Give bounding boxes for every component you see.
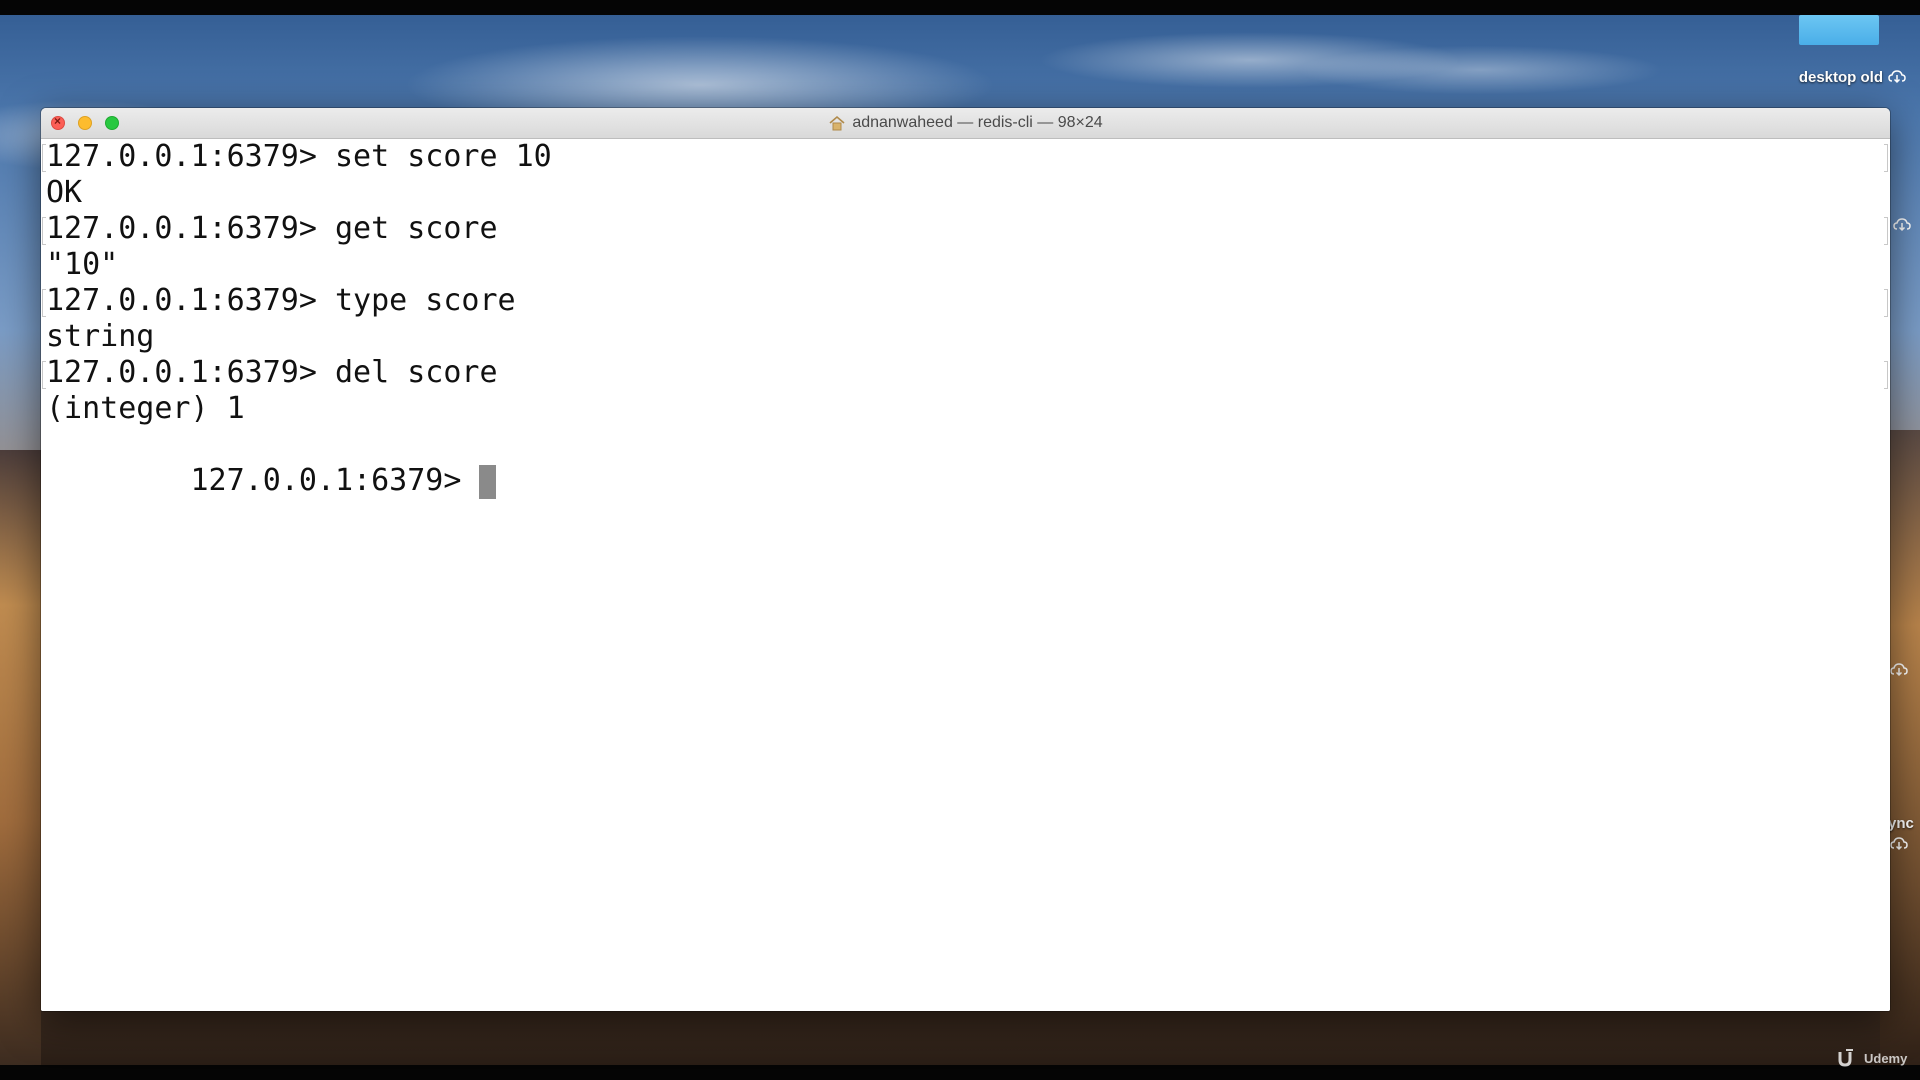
window-title: adnanwaheed — redis-cli — 98×24 (41, 108, 1890, 138)
udemy-logo-icon (1838, 1049, 1853, 1067)
terminal-command-line: 127.0.0.1:6379> get score (46, 211, 498, 246)
wallpaper-dune-left (0, 450, 41, 1070)
terminal-prompt-line[interactable]: 127.0.0.1:6379> (46, 427, 497, 499)
terminal-prompt: 127.0.0.1:6379> (190, 463, 462, 498)
command-mark (1884, 217, 1888, 245)
terminal-command-line: 127.0.0.1:6379> del score (46, 355, 498, 390)
terminal-window[interactable]: adnanwaheed — redis-cli — 98×24 127.0.0.… (41, 108, 1890, 1011)
terminal-output-line: OK (46, 175, 83, 210)
command-mark (1884, 144, 1888, 172)
video-letterbox-bottom (0, 1065, 1920, 1080)
home-folder-icon (829, 115, 845, 131)
icloud-download-icon (1890, 837, 1908, 851)
desktop-folder-label: desktop old (1798, 68, 1883, 86)
window-titlebar[interactable]: adnanwaheed — redis-cli — 98×24 (41, 108, 1890, 139)
command-mark (1884, 361, 1888, 389)
window-title-text: adnanwaheed — redis-cli — 98×24 (852, 114, 1103, 131)
udemy-watermark: Udemy (1836, 1047, 1920, 1069)
text-cursor (479, 464, 497, 499)
icloud-download-icon (1893, 218, 1911, 232)
terminal-output-line: (integer) 1 (46, 391, 245, 426)
command-mark (1884, 289, 1888, 317)
terminal-output-area[interactable]: 127.0.0.1:6379> set score 10 OK 127.0.0.… (41, 139, 1890, 1011)
desktop-screen: desktop old ync adnanwaheed — redis-c (0, 0, 1920, 1080)
terminal-output-line: "10" (46, 247, 119, 282)
desktop-folder-icon[interactable] (1799, 15, 1879, 45)
terminal-command-line: 127.0.0.1:6379> set score 10 (46, 139, 552, 174)
icloud-download-icon (1888, 70, 1906, 84)
terminal-output-line: string (46, 319, 155, 354)
desktop-item-label-partial[interactable]: ync (1888, 815, 1920, 833)
udemy-watermark-text: Udemy (1864, 1050, 1908, 1066)
desktop-folder-label-row[interactable]: desktop old (1756, 68, 1906, 86)
video-letterbox-top (0, 0, 1920, 15)
terminal-command-line: 127.0.0.1:6379> type score (46, 283, 516, 318)
icloud-download-icon (1890, 663, 1908, 677)
